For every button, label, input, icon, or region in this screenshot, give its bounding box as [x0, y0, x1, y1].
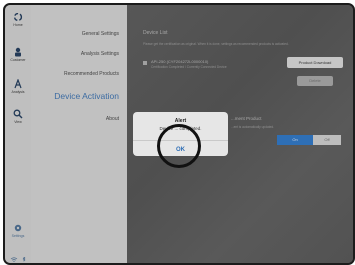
highlight-circle [157, 124, 201, 168]
wifi-icon [10, 257, 18, 262]
rail-item-settings[interactable]: Settings [5, 223, 31, 238]
home-icon [13, 13, 23, 22]
icon-rail: Home Customer Analysis View Settings [5, 5, 31, 263]
product-download-button[interactable]: Product Download [287, 57, 343, 68]
device-checkbox[interactable] [143, 61, 147, 65]
delete-button[interactable]: Delete [297, 76, 333, 86]
device-list-title: Device List [143, 30, 168, 36]
device-name: API-250 (CYF204272L0000010) [151, 59, 209, 64]
rail-item-view[interactable]: View [5, 109, 31, 124]
menu-item-device-activation[interactable]: Device Activation [54, 91, 119, 101]
person-icon [15, 47, 21, 57]
section2-description: ...ent is automatically updated. [231, 125, 275, 129]
rail-item-home[interactable]: Home [5, 13, 31, 27]
rail-item-customer[interactable]: Customer [5, 47, 31, 62]
menu-item-about[interactable]: About [106, 116, 119, 122]
toggle-off[interactable]: Off [313, 135, 341, 145]
rail-label-view: View [14, 120, 22, 124]
device-status: Certification Completed / Currently Conn… [151, 65, 227, 69]
menu-item-general-settings[interactable]: General Settings [82, 31, 119, 37]
search-icon [13, 109, 23, 119]
settings-menu: General Settings Analysis Settings Recom… [31, 5, 127, 263]
toggle-on[interactable]: On [277, 135, 313, 145]
rail-label-analysis: Analysis [11, 90, 25, 94]
bluetooth-icon [23, 257, 26, 262]
section2-title: ...ment Product [231, 116, 262, 121]
analysis-icon [14, 79, 22, 89]
rail-label-customer: Customer [10, 58, 26, 62]
device-list-description: Please get the certification as original… [143, 42, 289, 46]
menu-item-analysis-settings[interactable]: Analysis Settings [81, 51, 119, 57]
menu-item-recommended-products[interactable]: Recommended Products [64, 71, 119, 77]
rail-label-settings: Settings [11, 234, 25, 238]
rail-item-analysis[interactable]: Analysis [5, 79, 31, 94]
status-icons [5, 249, 31, 263]
gear-icon [14, 224, 22, 232]
rail-label-home: Home [13, 23, 23, 27]
